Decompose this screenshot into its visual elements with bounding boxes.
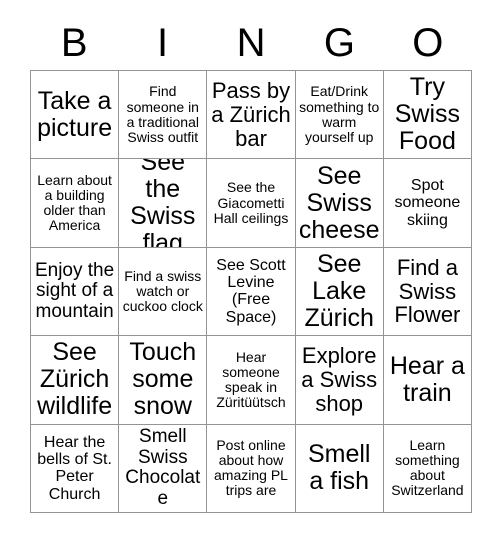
bingo-cell[interactable]: Smell a fish bbox=[295, 424, 384, 513]
bingo-cell-label: Take a picture bbox=[37, 86, 113, 142]
bingo-cell-label: Eat/Drink something to warm yourself up bbox=[299, 83, 380, 145]
bingo-cell[interactable]: See Zürich wildlife bbox=[31, 336, 120, 425]
bingo-cell[interactable]: Touch some snow bbox=[119, 336, 208, 425]
bingo-cell-label: Find a Swiss Flower bbox=[394, 254, 461, 328]
bingo-card: B I N G O Take a picture Find someone in … bbox=[0, 0, 500, 544]
bingo-grid: Take a picture Find someone in a traditio… bbox=[30, 70, 472, 513]
bingo-cell-label: See Scott Levine (Free Space) bbox=[216, 256, 286, 326]
bingo-cell-label: See the Swiss flag bbox=[130, 159, 196, 248]
bingo-cell[interactable]: Learn about a building older than Americ… bbox=[31, 159, 120, 248]
bingo-cell[interactable]: Learn something about Switzerland bbox=[383, 424, 472, 513]
bingo-cell-label: Hear a train bbox=[389, 351, 465, 407]
bingo-cell[interactable]: Eat/Drink something to warm yourself up bbox=[295, 71, 384, 160]
bingo-cell-label: Try Swiss Food bbox=[394, 73, 461, 156]
bingo-cell-label: See Zürich wildlife bbox=[37, 338, 113, 421]
bingo-cell-label: See Swiss cheese bbox=[298, 161, 380, 244]
bingo-cell[interactable]: See Swiss cheese bbox=[295, 159, 384, 248]
bingo-cell[interactable]: Spot someone skiing bbox=[383, 159, 472, 248]
bingo-cell-label: Smell Swiss Chocolate bbox=[125, 426, 201, 509]
bingo-cell-label: Touch some snow bbox=[129, 338, 197, 421]
bingo-cell-label: Find a swiss watch or cuckoo clock bbox=[122, 267, 203, 315]
bingo-cell[interactable]: See Lake Zürich bbox=[295, 247, 384, 337]
bingo-cell[interactable]: Enjoy the sight of a mountain bbox=[31, 247, 120, 337]
bingo-letter-i: I bbox=[157, 21, 169, 65]
bingo-cell-label: See Lake Zürich bbox=[304, 249, 374, 332]
bingo-cell[interactable]: Smell Swiss Chocolate bbox=[119, 424, 208, 513]
bingo-cell-label: Smell a fish bbox=[307, 440, 371, 496]
bingo-cell[interactable]: See the Swiss flag bbox=[119, 159, 208, 248]
bingo-header: B I N G O bbox=[30, 16, 472, 70]
bingo-cell[interactable]: Pass by a Zürich bar bbox=[207, 71, 296, 160]
bingo-cell-label: Enjoy the sight of a mountain bbox=[34, 259, 115, 322]
bingo-cell[interactable]: See the Giacometti Hall ceilings bbox=[207, 159, 296, 248]
bingo-cell[interactable]: Try Swiss Food bbox=[383, 71, 472, 160]
bingo-cell[interactable]: Find someone in a traditional Swiss outf… bbox=[119, 71, 208, 160]
bingo-cell-label: Hear the bells of St. Peter Church bbox=[37, 433, 112, 503]
bingo-cell[interactable]: Post online about how amazing PL trips a… bbox=[207, 424, 296, 513]
bingo-cell-label: Spot someone skiing bbox=[394, 177, 461, 229]
bingo-letter-o: O bbox=[412, 21, 444, 65]
bingo-cell[interactable]: Take a picture bbox=[31, 71, 120, 160]
bingo-cell-label: Explore a Swiss shop bbox=[301, 343, 378, 416]
bingo-cell[interactable]: See Scott Levine (Free Space) bbox=[207, 247, 296, 337]
bingo-cell-label: Pass by a Zürich bar bbox=[211, 78, 291, 151]
bingo-cell[interactable]: Hear the bells of St. Peter Church bbox=[31, 424, 120, 513]
bingo-cell-label: See the Giacometti Hall ceilings bbox=[213, 179, 289, 226]
bingo-letter-n: N bbox=[236, 21, 266, 65]
bingo-cell-label: Hear someone speak in Züritüütsch bbox=[216, 348, 286, 410]
bingo-cell[interactable]: Find a Swiss Flower bbox=[383, 247, 472, 337]
bingo-cell[interactable]: Hear a train bbox=[383, 336, 472, 425]
bingo-letter-g: G bbox=[323, 21, 355, 65]
bingo-cell-label: Post online about how amazing PL trips a… bbox=[214, 437, 288, 499]
bingo-cell-label: Learn something about Switzerland bbox=[391, 437, 464, 499]
bingo-letter-b: B bbox=[60, 21, 88, 65]
bingo-cell[interactable]: Explore a Swiss shop bbox=[295, 336, 384, 425]
bingo-cell-label: Learn about a building older than Americ… bbox=[37, 171, 112, 234]
bingo-cell[interactable]: Find a swiss watch or cuckoo clock bbox=[119, 247, 208, 337]
bingo-cell[interactable]: Hear someone speak in Züritüütsch bbox=[207, 336, 296, 425]
bingo-cell-label: Find someone in a traditional Swiss outf… bbox=[126, 83, 199, 145]
